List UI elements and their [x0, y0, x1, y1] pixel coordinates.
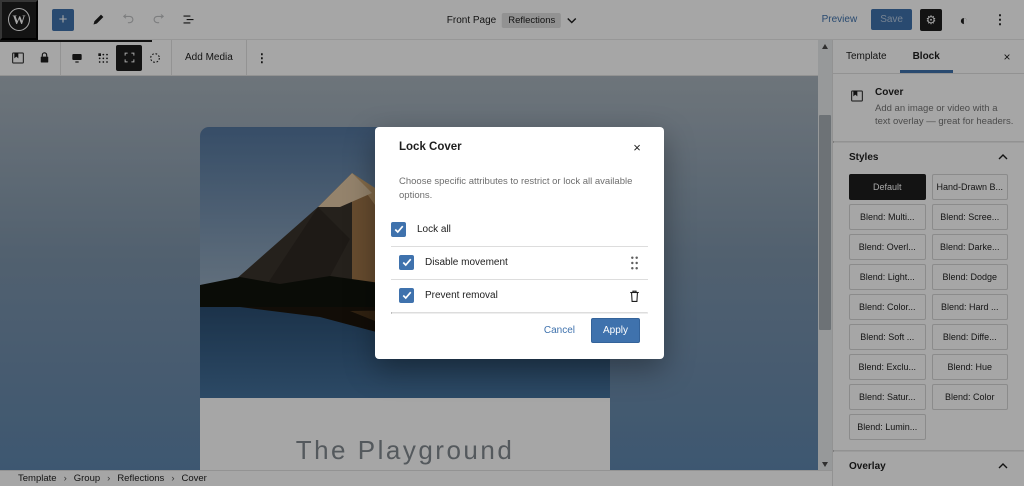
lock-all-checkbox[interactable]	[391, 222, 406, 237]
disable-movement-row: Disable movement	[391, 246, 648, 279]
modal-header: Lock Cover ×	[375, 127, 664, 167]
wordpress-editor: W + Front Page Reflections Preview Save	[0, 0, 1024, 486]
check-icon	[402, 258, 412, 267]
close-modal-button[interactable]: ×	[626, 136, 648, 158]
close-icon: ×	[633, 140, 641, 155]
lock-cover-modal: Lock Cover × Choose specific attributes …	[375, 127, 664, 359]
lock-all-row: Lock all	[391, 213, 648, 246]
cancel-button[interactable]: Cancel	[544, 325, 575, 336]
prevent-removal-checkbox[interactable]	[399, 288, 414, 303]
apply-button[interactable]: Apply	[591, 318, 640, 343]
drag-handle-icon[interactable]	[626, 256, 642, 270]
check-icon	[402, 291, 412, 300]
lock-options-list: Lock all Disable movement Prevent remova…	[391, 213, 648, 312]
check-icon	[394, 225, 404, 234]
modal-title: Lock Cover	[399, 141, 462, 153]
divider	[391, 312, 648, 314]
disable-movement-label: Disable movement	[425, 257, 615, 268]
lock-all-label: Lock all	[417, 224, 648, 235]
modal-footer: Cancel Apply	[375, 318, 664, 359]
trash-icon[interactable]	[626, 289, 642, 303]
prevent-removal-row: Prevent removal	[391, 279, 648, 312]
modal-description: Choose specific attributes to restrict o…	[399, 175, 640, 203]
prevent-removal-label: Prevent removal	[425, 290, 615, 301]
disable-movement-checkbox[interactable]	[399, 255, 414, 270]
